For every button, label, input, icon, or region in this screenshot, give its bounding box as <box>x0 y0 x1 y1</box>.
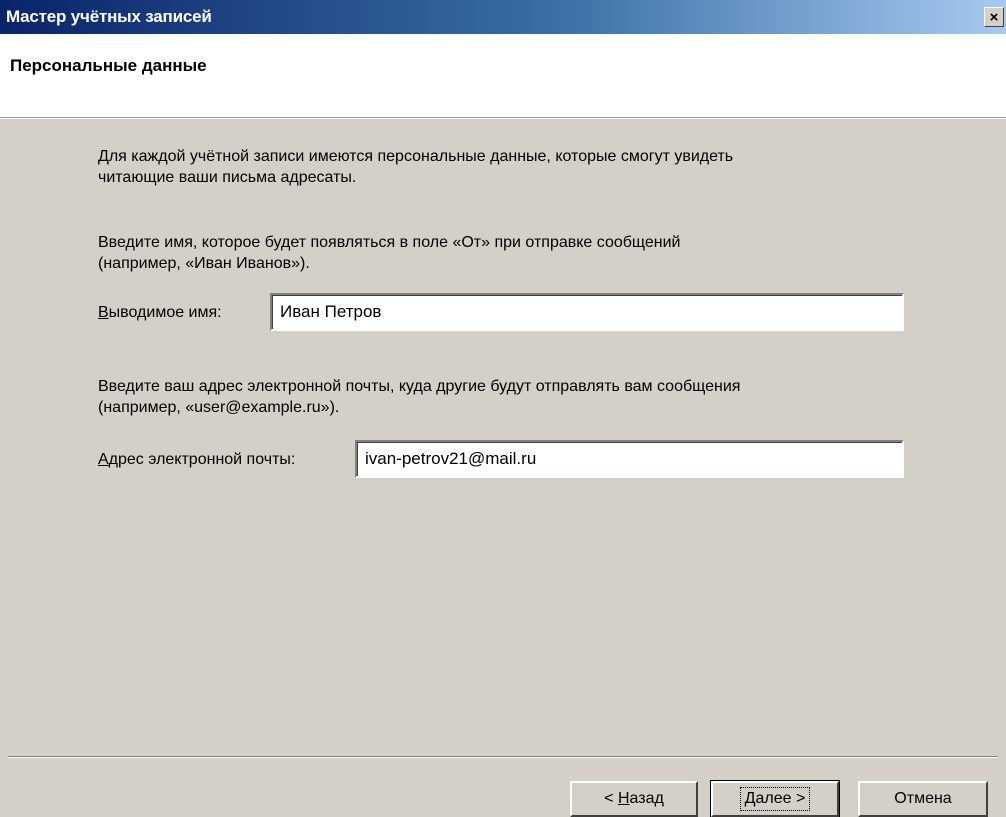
next-rest: алее > <box>755 790 806 807</box>
title-bar[interactable]: Мастер учётных записей × <box>0 0 1006 34</box>
wizard-header: Персональные данные <box>0 34 1006 118</box>
cancel-button-label: Отмена <box>894 790 952 807</box>
back-prefix: < <box>604 790 618 807</box>
next-button-label: Далее > <box>739 787 811 811</box>
page-title: Персональные данные <box>10 56 207 75</box>
name-hint-line-1: Введите имя, которое будет появляться в … <box>98 234 681 251</box>
back-button[interactable]: < Назад <box>570 781 698 817</box>
name-hint-line-2: (например, «Иван Иванов»). <box>98 255 310 272</box>
intro-line-2: читающие ваши письма адресаты. <box>98 169 357 186</box>
back-rest: азад <box>629 790 664 807</box>
account-wizard-window: Мастер учётных записей × Персональные да… <box>0 0 1006 817</box>
header-divider <box>0 118 1006 119</box>
intro-text: Для каждой учётной записи имеются персон… <box>98 146 918 188</box>
back-button-label: < Назад <box>600 788 668 810</box>
intro-line-1: Для каждой учётной записи имеются персон… <box>98 148 734 165</box>
display-name-label-accel: В <box>98 304 109 321</box>
name-hint-text: Введите имя, которое будет появляться в … <box>98 232 918 274</box>
display-name-label-rest: ыводимое имя: <box>108 304 222 321</box>
display-name-input[interactable] <box>270 293 904 331</box>
email-hint-line-2: (например, «user@example.ru»). <box>98 399 340 416</box>
bottom-divider <box>8 756 998 758</box>
back-accel: Н <box>617 790 630 807</box>
email-input[interactable] <box>355 440 904 478</box>
email-label: Адрес электронной почты: <box>98 451 295 469</box>
display-name-label: Выводимое имя: <box>98 304 222 322</box>
next-button[interactable]: Далее > <box>710 780 840 817</box>
email-label-accel: А <box>98 451 109 468</box>
email-label-rest: дрес электронной почты: <box>108 451 296 468</box>
close-button[interactable]: × <box>984 7 1004 27</box>
window-title: Мастер учётных записей <box>6 7 212 26</box>
cancel-button[interactable]: Отмена <box>858 781 988 817</box>
next-accel: Д <box>744 790 756 807</box>
close-icon: × <box>989 8 999 26</box>
email-hint-text: Введите ваш адрес электронной почты, куд… <box>98 376 918 418</box>
email-hint-line-1: Введите ваш адрес электронной почты, куд… <box>98 378 741 395</box>
